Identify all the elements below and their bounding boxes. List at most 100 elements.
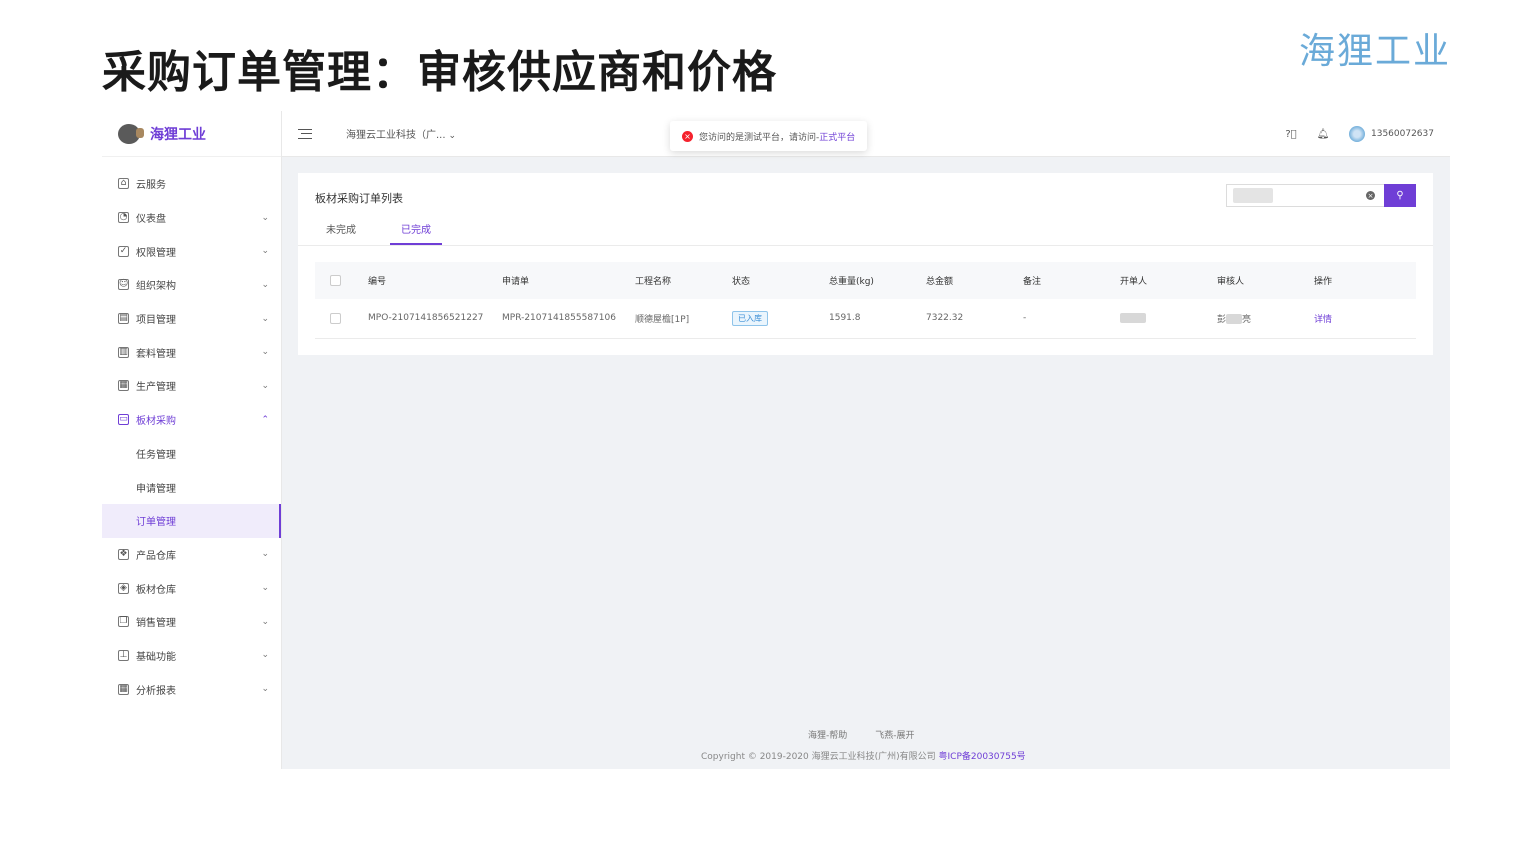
dashboard-icon: ◔ (118, 212, 129, 224)
sidebar-item-sales[interactable]: ❐ 销售管理 ⌄ (102, 605, 281, 639)
chevron-down-icon: ⌄ (261, 313, 269, 324)
avatar[interactable] (1349, 126, 1365, 142)
topbar: 海狸云工业科技（广... ⌄ × 您访问的是测试平台，请访问- 正式平台 ?⃝ 🔔︎… (282, 111, 1450, 157)
sidebar-item-projects[interactable]: ▤ 项目管理 ⌄ (102, 302, 281, 336)
sidebar-item-organization[interactable]: ☺ 组织架构 ⌄ (102, 268, 281, 302)
sidebar-item-label: 板材仓库 (136, 584, 176, 596)
col-amount[interactable]: 总金额 (926, 262, 1023, 299)
sidebar-item-production[interactable]: ▦ 生产管理 ⌄ (102, 369, 281, 403)
sidebar-item-nesting[interactable]: ▥ 套料管理 ⌄ (102, 335, 281, 369)
copyright: Copyright © 2019-2020 海狸云工业科技(广州)有限公司 粤I… (701, 749, 1026, 762)
shield-icon: ✓ (118, 245, 129, 257)
tab-completed[interactable]: 已完成 (390, 217, 442, 245)
sidebar-item-label: 基础功能 (136, 651, 176, 663)
search-button[interactable]: ⚲ (1384, 184, 1416, 207)
col-remark[interactable]: 备注 (1023, 262, 1120, 299)
search-bar: × ⚲ (1226, 184, 1416, 207)
sidebar-item-label: 权限管理 (136, 247, 176, 259)
sidebar-item-reports[interactable]: ▦ 分析报表 ⌄ (102, 672, 281, 706)
sidebar-item-label: 销售管理 (136, 618, 176, 630)
beaver-logo-icon (118, 123, 144, 144)
user-phone[interactable]: 13560072637 (1371, 129, 1434, 139)
bell-icon[interactable]: 🔔︎ (1317, 128, 1330, 140)
creator-redacted (1120, 313, 1146, 323)
sidebar-item-orders[interactable]: 订单管理 (102, 503, 281, 538)
col-project[interactable]: 工程名称 (635, 262, 732, 299)
sidebar-item-label: 申请管理 (136, 483, 176, 495)
order-code: MPO-2107141856521227 (368, 313, 484, 324)
sidebar-item-label: 分析报表 (136, 685, 176, 697)
sidebar-item-plate-purchase[interactable]: ▭ 板材采购 ⌃ (102, 403, 281, 437)
sidebar-item-permissions[interactable]: ✓ 权限管理 ⌄ (102, 234, 281, 268)
search-input[interactable]: × (1226, 184, 1384, 207)
sidebar-item-basic-functions[interactable]: ⊥ 基础功能 ⌄ (102, 639, 281, 673)
sidebar-item-requests[interactable]: 申请管理 (102, 470, 281, 504)
row-checkbox[interactable] (330, 312, 341, 324)
col-request[interactable]: 申请单 (502, 262, 635, 299)
sidebar-logo[interactable]: 海狸工业 (102, 111, 281, 157)
sidebar-item-label: 项目管理 (136, 315, 176, 327)
col-code[interactable]: 编号 (368, 262, 502, 299)
sidebar-logo-text: 海狸工业 (150, 126, 206, 143)
sidebar-item-product-warehouse[interactable]: ❖ 产品仓库 ⌄ (102, 538, 281, 572)
error-icon: × (682, 130, 693, 142)
chevron-down-icon: ⌄ (261, 616, 269, 627)
tab-divider (298, 245, 1433, 246)
select-all-checkbox[interactable] (330, 275, 341, 286)
creator-cell (1120, 299, 1217, 338)
reviewer-redacted (1226, 314, 1243, 325)
sidebar-item-label: 板材采购 (136, 416, 176, 428)
remark: - (1023, 313, 1027, 324)
chevron-down-icon: ⌄ (261, 684, 269, 695)
chevron-down-icon: ⌄ (261, 347, 269, 358)
help-icon[interactable]: ?⃝ (1285, 128, 1297, 140)
copyright-text: Copyright © 2019-2020 海狸云工业科技(广州)有限公司 (701, 752, 939, 762)
dropbox-icon: ❖ (118, 548, 129, 560)
col-reviewer[interactable]: 审核人 (1217, 262, 1314, 299)
chevron-down-icon: ⌄ (261, 246, 269, 257)
sidebar-item-cloud-service[interactable]: ⌂ 云服务 (102, 167, 281, 201)
icp-link[interactable]: 粤ICP备20030755号 (939, 752, 1026, 762)
select-all-cell (315, 262, 368, 299)
chevron-up-icon: ⌃ (261, 414, 269, 425)
sidebar-item-label: 套料管理 (136, 348, 176, 360)
footer-links: 海狸-帮助 飞燕-展开 (808, 728, 943, 741)
lock-icon: ▭ (118, 414, 129, 426)
menu-fold-icon[interactable] (298, 128, 312, 139)
col-action: 操作 (1314, 277, 1333, 287)
order-list-card: 板材采购订单列表 未完成 已完成 × ⚲ 编号 申请单 工程名称 状态 总重量(… (298, 173, 1433, 355)
footer-help-link[interactable]: 海狸-帮助 (808, 728, 847, 741)
company-name: 海狸云工业科技（广... (346, 130, 446, 141)
chevron-down-icon: ⌄ (261, 279, 269, 290)
sidebar-item-plate-warehouse[interactable]: ◈ 板材仓库 ⌄ (102, 571, 281, 605)
total-amount: 7322.32 (926, 313, 964, 324)
chevron-down-icon: ⌄ (261, 212, 269, 223)
col-creator[interactable]: 开单人 (1120, 262, 1217, 299)
people-icon: ☺ (118, 279, 129, 291)
project-name: 顺德屋檐[1P] (635, 314, 690, 325)
table-row[interactable]: MPO-2107141856521227 MPR-210714185558710… (315, 299, 1416, 338)
sidebar-item-tasks[interactable]: 任务管理 (102, 437, 281, 471)
official-platform-link[interactable]: 正式平台 (819, 130, 855, 143)
col-status[interactable]: 状态 (732, 262, 829, 299)
detail-link[interactable]: 详情 (1314, 315, 1332, 325)
sidebar: 海狸工业 ⌂ 云服务 ◔ 仪表盘 ⌄ ✓ 权限管理 ⌄ ☺ 组织架构 ⌄ ▤ 项… (102, 111, 282, 769)
clear-icon[interactable]: × (1366, 191, 1375, 200)
reviewer-name-end: 亮 (1242, 314, 1252, 325)
footer-expand-link[interactable]: 飞燕-展开 (875, 728, 914, 741)
company-switcher[interactable]: 海狸云工业科技（广... ⌄ (346, 126, 456, 141)
total-weight: 1591.8 (829, 313, 861, 324)
topbar-actions: ?⃝ 🔔︎ 13560072637 (1285, 111, 1434, 157)
col-weight[interactable]: 总重量(kg) (829, 262, 926, 299)
row-select-cell (315, 299, 368, 338)
sidebar-item-label: 订单管理 (136, 517, 176, 529)
sidebar-item-dashboard[interactable]: ◔ 仪表盘 ⌄ (102, 201, 281, 235)
app-window: 海狸工业 ⌂ 云服务 ◔ 仪表盘 ⌄ ✓ 权限管理 ⌄ ☺ 组织架构 ⌄ ▤ 项… (102, 111, 1450, 769)
action-cell: 详情 (1314, 299, 1416, 338)
tree-icon: ⊥ (118, 649, 129, 661)
copy-icon: ❐ (118, 616, 129, 628)
status-badge: 已入库 (732, 310, 768, 326)
chevron-down-icon: ⌄ (261, 583, 269, 594)
tab-incomplete[interactable]: 未完成 (315, 217, 367, 245)
sidebar-item-label: 生产管理 (136, 382, 176, 394)
